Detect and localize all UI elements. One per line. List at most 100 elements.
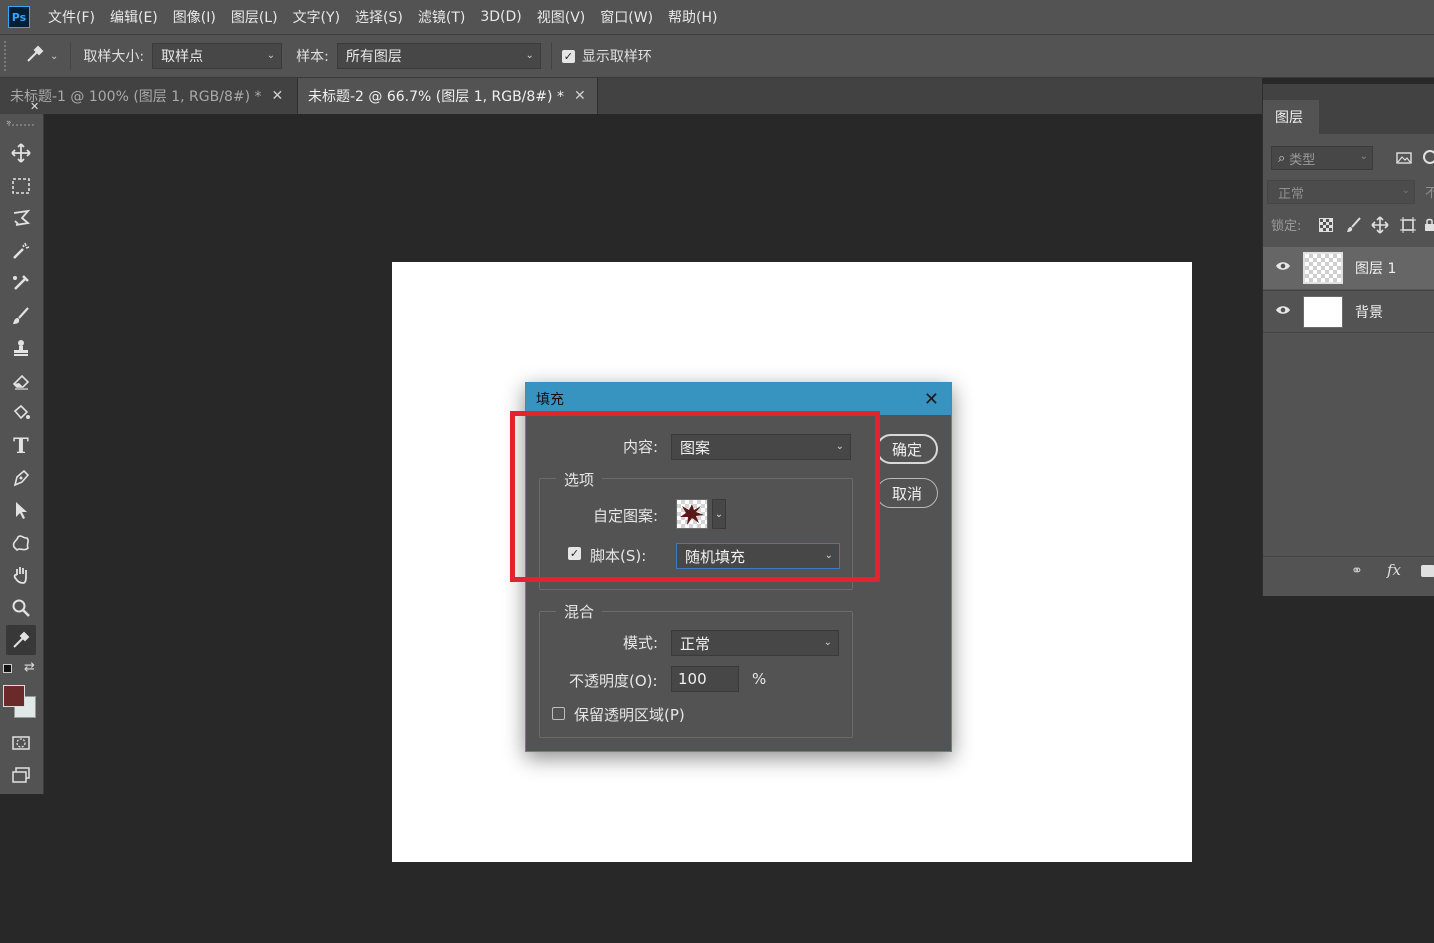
document-tab-bar: 未标题-1 @ 100% (图层 1, RGB/8#) * ✕ 未标题-2 @ …	[0, 78, 1262, 114]
menu-file[interactable]: 文件(F)	[48, 7, 95, 27]
preserve-transparency-label: 保留透明区域(P)	[574, 706, 685, 724]
tab-label: 未标题-2 @ 66.7% (图层 1, RGB/8#) *	[308, 89, 564, 105]
brush-icon[interactable]	[6, 301, 36, 331]
tool-preset-picker[interactable]: ⌄	[24, 43, 58, 69]
layer-filter-select[interactable]: ⌕ 类型 ⌄	[1271, 146, 1373, 170]
menu-filter[interactable]: 滤镜(T)	[418, 7, 465, 27]
eyedropper-icon[interactable]	[6, 625, 36, 655]
menu-select[interactable]: 选择(S)	[355, 7, 403, 27]
cancel-button[interactable]: 取消	[876, 478, 938, 508]
pen-icon[interactable]	[6, 463, 36, 493]
eye-icon[interactable]	[1263, 260, 1303, 276]
ok-button[interactable]: 确定	[876, 434, 938, 464]
link-layers-icon[interactable]: ⚭	[1351, 563, 1363, 579]
magic-wand-icon[interactable]	[6, 236, 36, 266]
sample-value: 所有图层	[345, 49, 402, 65]
blend-group-title: 混合	[556, 601, 603, 622]
move-icon[interactable]	[6, 138, 36, 168]
separator	[70, 42, 72, 70]
opacity-unit: %	[752, 670, 767, 688]
eye-icon[interactable]	[1263, 304, 1303, 320]
search-icon: ⌕	[1278, 150, 1286, 166]
show-ring-checkbox[interactable]: ✓	[561, 49, 575, 63]
sample-select[interactable]: 所有图层 ⌄	[336, 43, 541, 69]
highlight-box	[510, 411, 880, 582]
show-ring-label: 显示取样环	[581, 49, 652, 65]
image-filter-icon[interactable]	[1393, 147, 1415, 169]
menu-layer[interactable]: 图层(L)	[231, 7, 278, 27]
stamp-icon[interactable]	[6, 333, 36, 363]
menu-3d[interactable]: 3D(D)	[480, 9, 521, 25]
quick-mask-icon[interactable]	[6, 728, 36, 758]
layers-panel-header: 图层	[1263, 84, 1434, 134]
path-selection-icon[interactable]	[6, 495, 36, 525]
options-bar: ⌄ 取样大小: 取样点 ⌄ 样本: 所有图层 ⌄ ✓ 显示取样环	[0, 34, 1434, 78]
blend-mode-select[interactable]: 正常 ⌄	[1267, 180, 1415, 204]
fx-icon[interactable]: fx	[1387, 561, 1401, 579]
healing-brush-icon[interactable]	[6, 268, 36, 298]
layer-thumbnail	[1303, 295, 1343, 328]
separator	[1263, 332, 1434, 333]
eraser-icon[interactable]	[6, 366, 36, 396]
lock-brush-icon[interactable]	[1345, 216, 1363, 238]
close-icon[interactable]: ✕	[574, 88, 586, 104]
menu-bar: Ps 文件(F) 编辑(E) 图像(I) 图层(L) 文字(Y) 选择(S) 滤…	[0, 0, 1434, 34]
lock-transparent-icon[interactable]	[1319, 218, 1333, 232]
custom-shape-icon[interactable]	[6, 528, 36, 558]
marquee-icon[interactable]	[6, 171, 36, 201]
menu-view[interactable]: 视图(V)	[537, 7, 586, 27]
screen-mode-icon[interactable]	[6, 760, 36, 790]
menu-help[interactable]: 帮助(H)	[668, 7, 717, 27]
options-grip[interactable]	[4, 41, 16, 71]
eyedropper-icon	[24, 43, 46, 69]
separator	[550, 42, 552, 70]
foreground-color-swatch[interactable]	[3, 685, 25, 707]
sample-size-label: 取样大小:	[83, 49, 145, 65]
adjustment-filter-icon[interactable]	[1423, 150, 1434, 164]
sample-label: 样本:	[296, 49, 329, 65]
layer-row-background[interactable]: 背景	[1263, 290, 1434, 332]
menu-window[interactable]: 窗口(W)	[600, 7, 653, 27]
lasso-icon[interactable]	[6, 203, 36, 233]
opacity-label: 不透明度(O):	[569, 672, 658, 690]
panel-grip[interactable]	[8, 124, 34, 127]
zoom-icon[interactable]	[6, 593, 36, 623]
chevron-down-icon: ⌄	[50, 50, 59, 62]
layers-panel-footer: ⚭ fx	[1263, 556, 1434, 586]
layer-row-layer1[interactable]: 图层 1	[1263, 247, 1434, 289]
lock-label: 锁定:	[1271, 219, 1302, 234]
tab-document-1[interactable]: 未标题-1 @ 100% (图层 1, RGB/8#) * ✕	[0, 78, 298, 114]
default-colors-icon[interactable]	[3, 664, 12, 673]
mode-select[interactable]: 正常 ⌄	[671, 630, 839, 656]
tab-layers[interactable]: 图层	[1263, 100, 1319, 134]
lock-all-icon[interactable]	[1424, 218, 1434, 231]
menu-type[interactable]: 文字(Y)	[293, 7, 340, 27]
preserve-transparency-checkbox[interactable]	[552, 707, 565, 720]
close-icon[interactable]: ✕	[30, 100, 39, 113]
chevron-down-icon: ⌄	[525, 50, 534, 61]
chevron-down-icon: ⌄	[823, 637, 832, 648]
opacity-label: 不	[1425, 186, 1434, 201]
sample-size-select[interactable]: 取样点 ⌄	[152, 43, 283, 69]
blend-mode-value: 正常	[1278, 186, 1305, 202]
type-icon[interactable]: T	[6, 430, 36, 460]
layers-panel: 图层 ⌕ 类型 ⌄ 正常 ⌄ 不 锁定: 图层 1 背景 ⚭ fx	[1262, 84, 1434, 596]
layer-filter-label: 类型	[1289, 152, 1316, 168]
menu-edit[interactable]: 编辑(E)	[110, 7, 158, 27]
photoshop-logo: Ps	[8, 6, 30, 28]
tab-label: 未标题-1 @ 100% (图层 1, RGB/8#) *	[10, 89, 262, 105]
menu-image[interactable]: 图像(I)	[173, 7, 216, 27]
tab-document-2[interactable]: 未标题-2 @ 66.7% (图层 1, RGB/8#) * ✕	[298, 78, 598, 114]
chevron-down-icon: ⌄	[266, 50, 276, 61]
dialog-title: 填充	[536, 392, 564, 408]
layer-thumbnail	[1303, 252, 1343, 284]
add-mask-icon[interactable]	[1421, 565, 1434, 577]
opacity-input[interactable]: 100	[671, 666, 739, 692]
swap-colors-icon[interactable]: ⇄	[24, 660, 35, 675]
paint-bucket-icon[interactable]	[6, 398, 36, 428]
lock-artboard-icon[interactable]	[1399, 216, 1417, 238]
close-icon[interactable]: ✕	[272, 88, 284, 104]
lock-move-icon[interactable]	[1371, 216, 1389, 238]
close-icon[interactable]: ✕	[924, 389, 939, 410]
hand-icon[interactable]	[6, 560, 36, 590]
